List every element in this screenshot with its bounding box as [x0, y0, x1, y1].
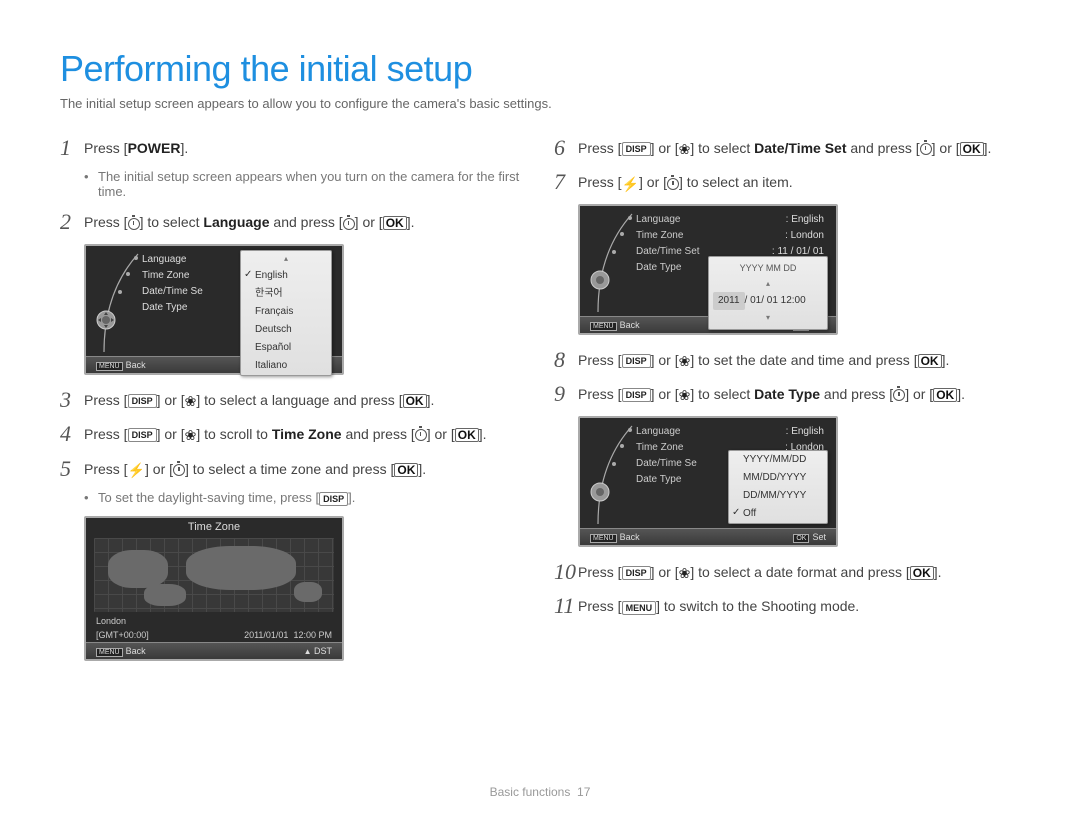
ok-icon: OK [403, 394, 427, 408]
step-9: 9 Press [DISP] or [❀] to select Date Typ… [554, 381, 1020, 407]
step-5-note: •To set the daylight-saving time, press … [84, 490, 526, 506]
power-label: POWER [128, 140, 181, 156]
timer-icon [893, 389, 905, 401]
disp-icon: DISP [622, 354, 651, 368]
flower-icon: ❀ [679, 143, 691, 155]
ok-icon: OK [933, 388, 957, 402]
flower-icon: ❀ [679, 355, 691, 367]
lcd-curve-icon [584, 212, 636, 318]
step-3: 3 Press [DISP] or [❀] to select a langua… [60, 387, 526, 413]
left-column: 1 Press [POWER]. •The initial setup scre… [60, 135, 526, 673]
content-columns: 1 Press [POWER]. •The initial setup scre… [60, 135, 1020, 673]
ok-icon: OK [918, 354, 942, 368]
datetime-picker: YYYY MM DD ▴ 2011/ 01/ 01 12:00 ▾ [708, 256, 828, 330]
step-6: 6 Press [DISP] or [❀] to select Date/Tim… [554, 135, 1020, 161]
step-1: 1 Press [POWER]. [60, 135, 526, 161]
flower-icon: ❀ [679, 389, 691, 401]
ok-icon: OK [394, 463, 418, 477]
lcd-datetime-screen: Language: English Time Zone: London Date… [578, 204, 838, 335]
step-2: 2 Press [] to select Language and press … [60, 209, 526, 235]
right-column: 6 Press [DISP] or [❀] to select Date/Tim… [554, 135, 1020, 673]
step-number: 1 [60, 135, 84, 161]
disp-icon: DISP [319, 492, 348, 506]
timer-icon [667, 178, 679, 190]
step-10: 10 Press [DISP] or [❀] to select a date … [554, 559, 1020, 585]
datetype-dropdown: YYYY/MM/DD MM/DD/YYYY DD/MM/YYYY Off [728, 450, 828, 524]
ok-icon: OK [455, 428, 479, 442]
language-dropdown: ▴ English 한국어 Français Deutsch Español I… [240, 250, 332, 376]
lcd-curve-icon [90, 252, 142, 358]
flower-icon: ❀ [185, 395, 197, 407]
ok-icon: OK [960, 142, 984, 156]
step-7: 7 Press [⚡] or [] to select an item. [554, 169, 1020, 195]
timer-icon [128, 218, 140, 230]
menu-icon: MENU [622, 601, 657, 615]
page-footer: Basic functions 17 [0, 785, 1080, 799]
timer-icon [415, 429, 427, 441]
step-4: 4 Press [DISP] or [❀] to scroll to Time … [60, 421, 526, 447]
disp-icon: DISP [128, 428, 157, 442]
page-subtitle: The initial setup screen appears to allo… [60, 96, 1020, 111]
step-8: 8 Press [DISP] or [❀] to set the date an… [554, 347, 1020, 373]
lcd-language-screen: Language Time Zone Date/Time Se Date Typ… [84, 244, 344, 375]
ok-icon: OK [383, 216, 407, 230]
step-11: 11 Press [MENU] to switch to the Shootin… [554, 593, 1020, 619]
world-map-icon [94, 538, 334, 612]
disp-icon: DISP [128, 394, 157, 408]
page-title: Performing the initial setup [60, 48, 1020, 90]
disp-icon: DISP [622, 566, 651, 580]
flower-icon: ❀ [185, 429, 197, 441]
flash-icon: ⚡ [128, 464, 145, 476]
timer-icon [920, 143, 932, 155]
timer-icon [173, 464, 185, 476]
timer-icon [343, 218, 355, 230]
lcd-curve-icon [584, 424, 636, 530]
flower-icon: ❀ [679, 567, 691, 579]
step-5: 5 Press [⚡] or [] to select a time zone … [60, 456, 526, 482]
flash-icon: ⚡ [622, 178, 639, 190]
lcd-timezone-screen: Time Zone London [GMT+00:00] 2011/01/01 … [84, 516, 344, 661]
disp-icon: DISP [622, 142, 651, 156]
step-1-note: •The initial setup screen appears when y… [84, 169, 526, 199]
disp-icon: DISP [622, 388, 651, 402]
ok-icon: OK [910, 566, 934, 580]
lcd-datetype-screen: Language: English Time Zone: London Date… [578, 416, 838, 547]
